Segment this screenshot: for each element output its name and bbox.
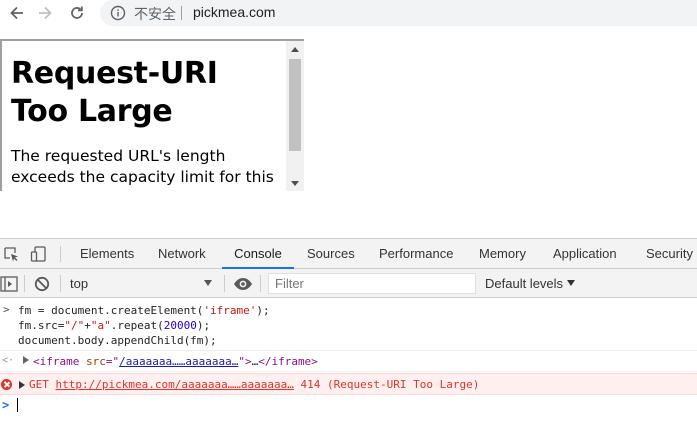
code-line: fm.src="/"+"a".repeat(20000);	[18, 318, 210, 333]
eye-icon[interactable]	[233, 275, 253, 293]
iframe[interactable]: Request-URI Too Large The requested URL'…	[0, 39, 304, 191]
toolbar-divider	[260, 275, 261, 292]
url-text[interactable]: pickmea.com	[193, 4, 275, 20]
result-attr-value: /aaaaaaa……aaaaaaa…	[119, 355, 239, 368]
input-chevron-icon: >	[3, 303, 10, 316]
code-number: 20000	[163, 319, 197, 332]
code-token: fm = document.createElement(	[18, 304, 204, 317]
context-selector-value: top	[70, 276, 89, 291]
insecure-label: 不安全	[134, 7, 176, 23]
iframe-content: Request-URI Too Large The requested URL'…	[11, 55, 281, 188]
toolbar-divider	[60, 246, 61, 262]
console-output[interactable]: > fm = document.createElement('iframe');…	[0, 299, 697, 426]
tab-performance[interactable]: Performance	[379, 239, 453, 269]
iframe-scrollbar[interactable]	[286, 41, 304, 191]
log-levels-label: Default levels	[485, 276, 564, 291]
error-method: GET	[29, 378, 49, 391]
address-bar[interactable]: 不安全 pickmea.com	[100, 0, 697, 26]
return-arrow-icon: <·	[2, 355, 15, 366]
console-result-entry[interactable]: <· <iframe src="/aaaaaaa……aaaaaaa…">…</i…	[0, 352, 697, 372]
expand-triangle-icon[interactable]	[23, 356, 29, 364]
clear-console-icon[interactable]	[33, 275, 51, 293]
code-line: fm = document.createElement('iframe');	[18, 303, 270, 318]
error-message-text: GET http://pickmea.com/aaaaaaa……aaaaaaa……	[29, 378, 479, 391]
toolbar-divider	[60, 275, 61, 292]
log-levels-dropdown[interactable]: Default levels	[485, 274, 576, 293]
code-string: 'iframe'	[203, 304, 257, 317]
tab-sources[interactable]: Sources	[307, 239, 355, 269]
toolbar-divider	[224, 275, 225, 292]
scrollbar-thumb[interactable]	[289, 59, 301, 151]
browser-toolbar: 不安全 pickmea.com	[0, 0, 697, 30]
dropdown-arrow-icon	[567, 280, 576, 286]
error-status: 414 (Request-URI Too Large)	[300, 378, 480, 391]
prompt-chevron-icon: >	[2, 398, 10, 412]
expand-triangle-icon[interactable]	[19, 381, 25, 389]
code-token: fm.src=	[18, 319, 65, 332]
code-string: "a"	[90, 319, 111, 332]
context-selector[interactable]: top	[70, 274, 216, 293]
tab-application[interactable]: Application	[553, 239, 617, 269]
code-token: );	[196, 319, 211, 332]
result-tag-close: </iframe>	[258, 355, 318, 368]
devtools-tab-bar: Elements Network Console Sources Perform…	[0, 239, 697, 269]
result-element[interactable]: <iframe src="/aaaaaaa……aaaaaaa…">…</ifra…	[33, 355, 318, 368]
code-token: );	[256, 304, 270, 317]
tab-elements[interactable]: Elements	[80, 239, 134, 269]
omnibox-divider	[181, 6, 182, 20]
console-toolbar: top Default levels	[0, 269, 697, 298]
tab-memory[interactable]: Memory	[479, 239, 526, 269]
tab-console[interactable]: Console	[222, 239, 294, 269]
devtools-panel: Elements Network Console Sources Perform…	[0, 238, 697, 426]
code-string: "/"	[64, 319, 85, 332]
info-icon[interactable]	[110, 5, 126, 21]
forward-arrow-icon[interactable]	[32, 2, 58, 24]
dropdown-arrow-icon	[204, 280, 212, 286]
code-token: +	[84, 319, 91, 332]
tab-security[interactable]: Security	[646, 239, 693, 269]
device-toolbar-icon[interactable]	[30, 245, 48, 263]
inspect-element-icon[interactable]	[2, 245, 20, 263]
error-heading: Request-URI Too Large	[11, 56, 218, 129]
back-arrow-icon[interactable]	[4, 2, 30, 24]
scroll-up-arrow-icon[interactable]	[291, 47, 299, 52]
text-cursor	[17, 398, 18, 412]
tab-network[interactable]: Network	[158, 239, 206, 269]
error-icon	[1, 379, 12, 390]
sidebar-toggle-icon[interactable]	[0, 275, 18, 293]
code-token: .repeat(	[110, 319, 164, 332]
toolbar-divider	[24, 275, 25, 292]
scroll-down-arrow-icon[interactable]	[291, 181, 299, 186]
error-url-link[interactable]: http://pickmea.com/aaaaaaa……aaaaaaa…	[56, 378, 294, 391]
console-error-entry[interactable]: GET http://pickmea.com/aaaaaaa……aaaaaaa……	[0, 373, 697, 395]
result-attr-name: src	[85, 355, 106, 368]
reload-icon[interactable]	[64, 2, 90, 24]
code-line: document.body.appendChild(fm);	[18, 334, 217, 347]
console-prompt[interactable]: >	[0, 397, 697, 415]
error-message: The requested URL's length exceeds the c…	[11, 147, 274, 186]
console-input-entry: > fm = document.createElement('iframe');…	[0, 301, 697, 351]
filter-input[interactable]	[268, 273, 476, 294]
result-tag-open: <iframe	[33, 355, 80, 368]
